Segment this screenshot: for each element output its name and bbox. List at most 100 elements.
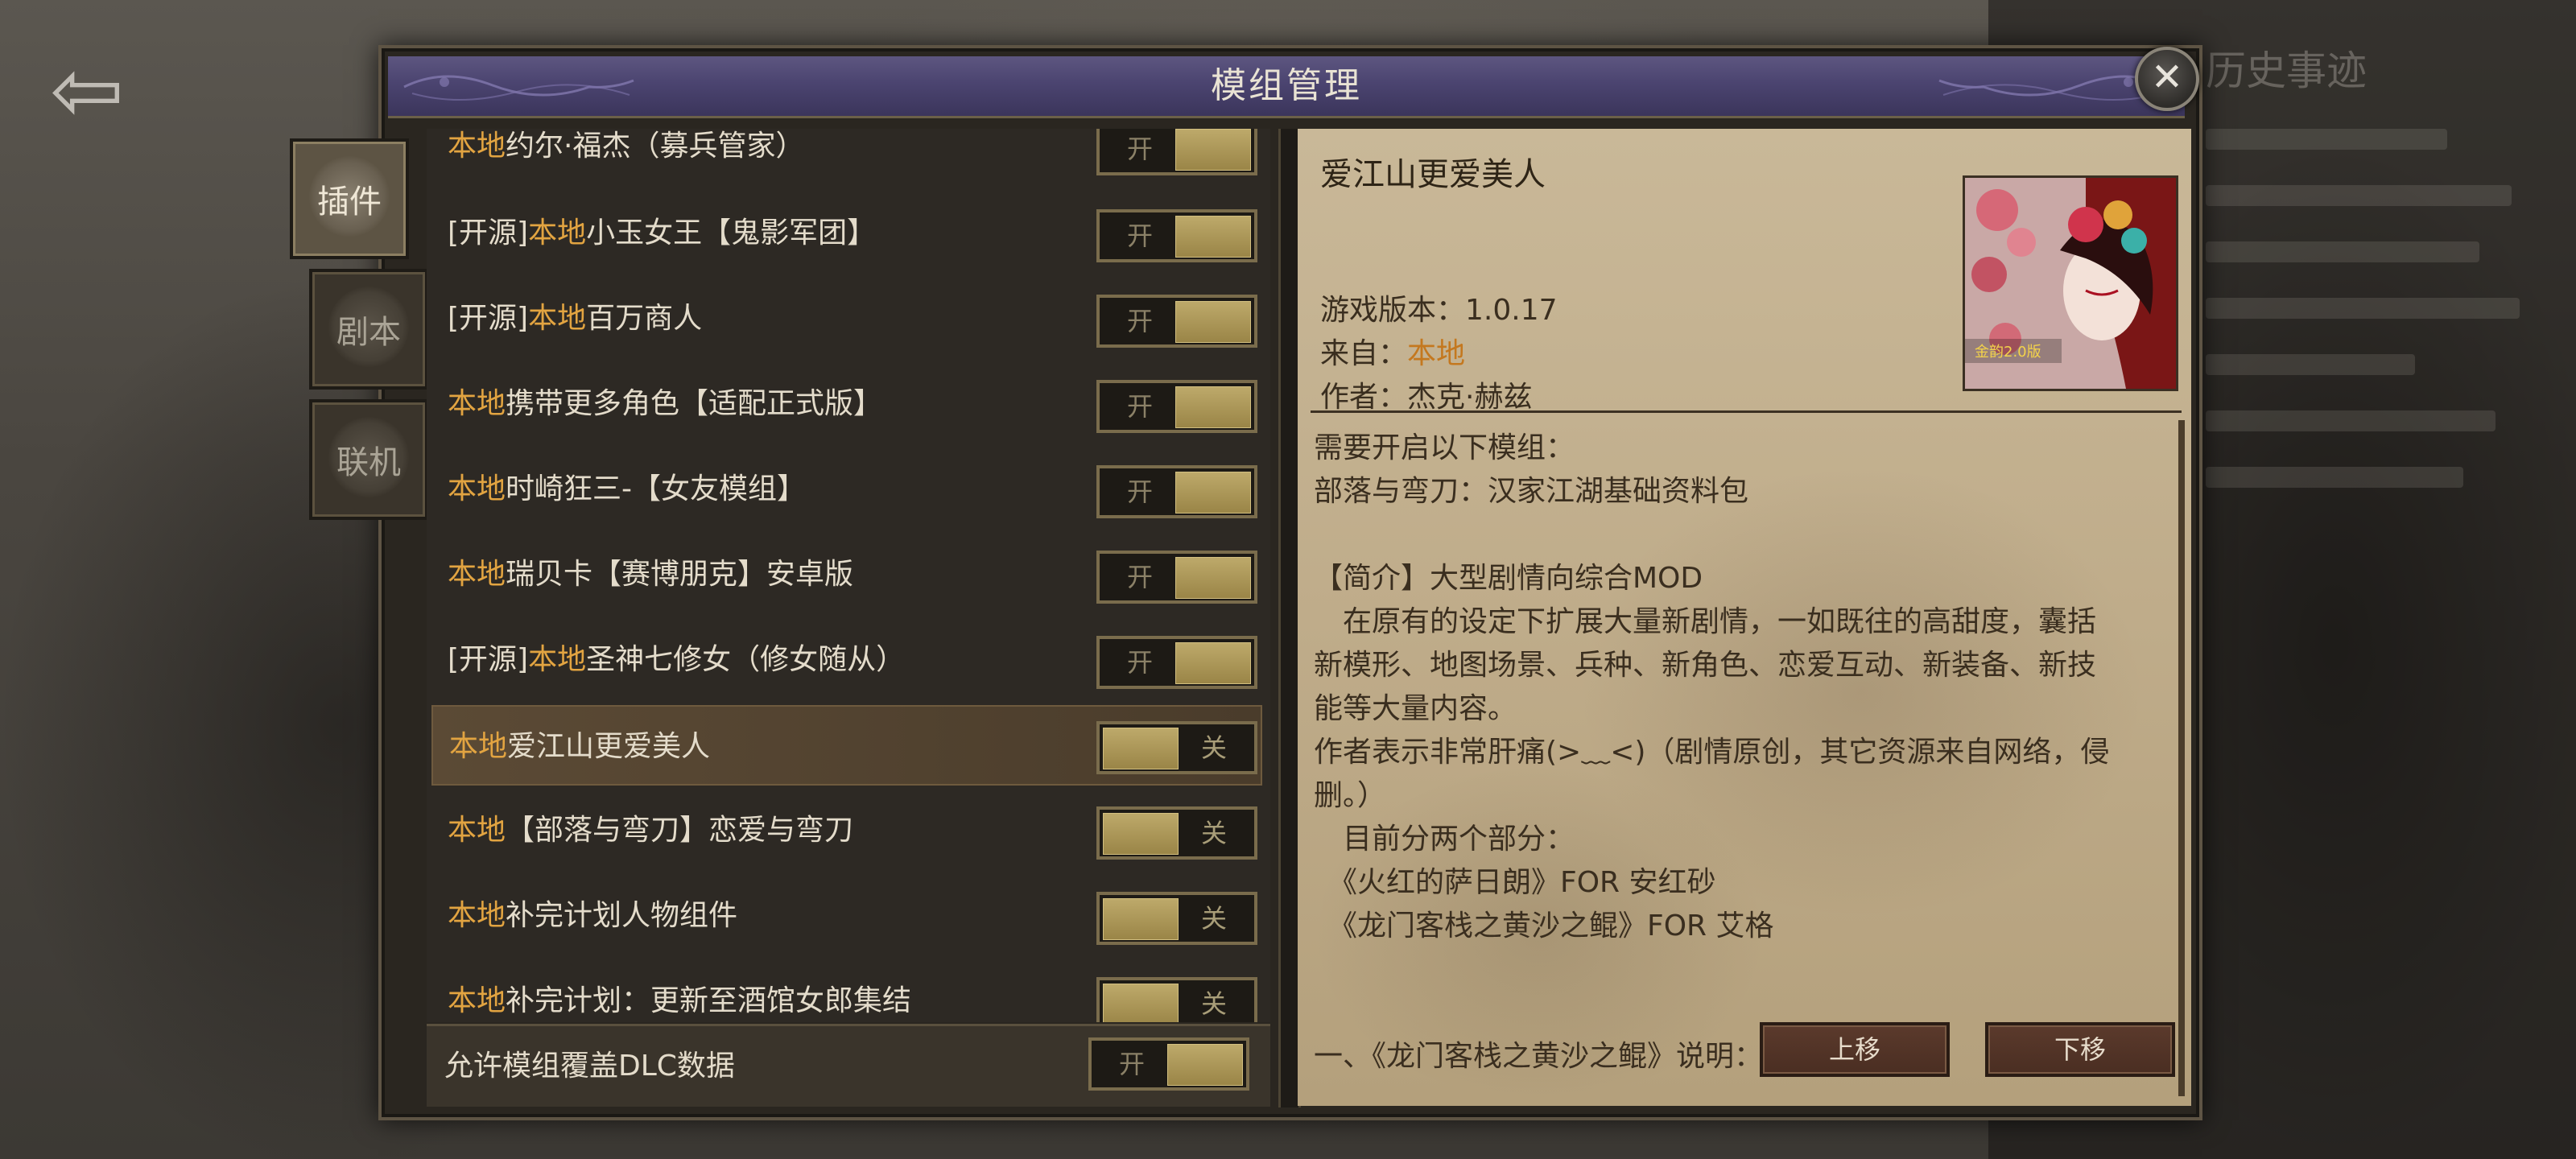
toggle-knob — [1175, 472, 1251, 514]
arrow-left-icon: ⇦ — [50, 39, 125, 142]
detail-line: 目前分两个部分： — [1314, 823, 1575, 856]
mod-row[interactable]: 本地携带更多角色【适配正式版】 开 — [431, 364, 1262, 444]
toggle-state-label: 关 — [1200, 818, 1227, 848]
mod-toggle[interactable]: 关 — [1096, 977, 1257, 1022]
mod-name: 本地时崎狂三-【女友模组】 — [448, 472, 807, 505]
toggle-state-label: 开 — [1126, 391, 1153, 422]
background-panel-title: 历史事迹 — [2206, 47, 2367, 94]
detail-line: 《火红的萨日朗》FOR 安红砂 — [1314, 866, 1716, 899]
mod-row[interactable]: 本地时崎狂三-【女友模组】 开 — [431, 449, 1262, 530]
mod-cover-image: 金韵2.0版 — [1963, 175, 2178, 391]
close-icon: ✕ — [2150, 55, 2184, 100]
close-button[interactable]: ✕ — [2135, 47, 2199, 111]
background-text-line — [2206, 129, 2447, 150]
toggle-state-label: 开 — [1118, 1049, 1145, 1079]
background-text-line — [2206, 354, 2415, 375]
background-text-line — [2206, 241, 2479, 262]
detail-line: 新模形、地图场景、兵种、新角色、恋爱互动、新装备、新技 — [1314, 649, 2097, 682]
toggle-knob — [1175, 129, 1251, 171]
toggle-state-label: 开 — [1126, 134, 1153, 164]
mod-name: 本地约尔·福杰（募兵管家） — [448, 130, 805, 163]
detail-line: 删。） — [1314, 779, 1387, 812]
background-text-line — [2206, 185, 2512, 206]
mod-toggle[interactable]: 关 — [1096, 892, 1257, 945]
mod-row[interactable]: 本地补完计划人物组件 关 — [431, 876, 1262, 956]
toggle-knob — [1175, 386, 1251, 428]
toggle-state-label: 关 — [1200, 903, 1227, 934]
toggle-knob — [1175, 557, 1251, 599]
mod-toggle[interactable]: 关 — [1096, 806, 1257, 860]
mod-row[interactable]: 本地补完计划：更新至酒馆女郎集结 关 — [431, 961, 1262, 1022]
mod-name: 本地瑞贝卡【赛博朋克】安卓版 — [448, 558, 854, 591]
mod-toggle[interactable]: 开 — [1096, 380, 1257, 433]
mod-source: 来自：本地 — [1320, 337, 1466, 370]
mod-name: 本地【部落与弯刀】恋爱与弯刀 — [448, 814, 854, 847]
tab-plugins[interactable]: 插件 — [290, 138, 409, 259]
toggle-knob — [1175, 216, 1251, 258]
toggle-state-label: 开 — [1126, 647, 1153, 678]
detail-line: 【简介】大型剧情向综合MOD — [1314, 562, 1703, 595]
mod-row-selected[interactable]: 本地爱江山更爱美人 关 — [431, 705, 1262, 786]
toggle-state-label: 开 — [1126, 562, 1153, 592]
mod-row[interactable]: 本地【部落与弯刀】恋爱与弯刀 关 — [431, 790, 1262, 871]
mod-toggle[interactable]: 开 — [1096, 551, 1257, 604]
tab-online[interactable]: 联机 — [309, 399, 428, 520]
mod-name: 本地补完计划：更新至酒馆女郎集结 — [448, 984, 912, 1017]
toggle-knob — [1103, 898, 1179, 940]
dialog-title-bar: 模组管理 — [388, 56, 2185, 118]
mod-row[interactable]: [开源]本地百万商人 开 — [431, 278, 1262, 359]
cover-caption: 金韵2.0版 — [1975, 344, 2041, 361]
mod-row[interactable]: 本地瑞贝卡【赛博朋克】安卓版 开 — [431, 534, 1262, 615]
move-down-button[interactable]: 下移 — [1985, 1022, 2175, 1077]
mod-toggle[interactable]: 开 — [1096, 129, 1257, 175]
mod-name: 本地携带更多角色【适配正式版】 — [448, 387, 883, 420]
mod-name: [开源]本地小玉女王【鬼影军团】 — [448, 217, 877, 250]
mod-author: 作者：杰克·赫兹 — [1320, 381, 1533, 414]
tab-scripts[interactable]: 剧本 — [309, 269, 428, 390]
detail-line: 在原有的设定下扩展大量新剧情，一如既往的高甜度，囊括 — [1314, 605, 2097, 638]
mod-row[interactable]: [开源]本地圣神七修女（修女随从） 开 — [431, 620, 1262, 700]
mod-toggle[interactable]: 开 — [1096, 209, 1257, 262]
move-up-button[interactable]: 上移 — [1760, 1022, 1950, 1077]
toggle-knob — [1103, 813, 1179, 855]
mod-detail-panel: 爱江山更爱美人 金韵2.0版 游戏版本：1.0.17 来自：本地 作者：杰克·赫… — [1298, 129, 2191, 1106]
dlc-override-toggle[interactable]: 开 — [1088, 1037, 1249, 1091]
toggle-knob — [1103, 984, 1179, 1022]
mod-name: 本地补完计划人物组件 — [448, 899, 738, 932]
mod-toggle[interactable]: 开 — [1096, 636, 1257, 689]
back-button[interactable]: ⇦ — [50, 39, 155, 142]
toggle-state-label: 开 — [1126, 221, 1153, 251]
detail-line: 部落与弯刀：汉家江湖基础资料包 — [1314, 475, 1749, 508]
mod-name: 本地爱江山更爱美人 — [449, 730, 711, 763]
toggle-state-label: 开 — [1126, 476, 1153, 507]
background-text-line — [2206, 410, 2496, 431]
background-text-line — [2206, 298, 2520, 319]
dlc-override-option: 允许模组覆盖DLC数据 开 — [427, 1024, 1270, 1107]
dlc-override-label: 允许模组覆盖DLC数据 — [444, 1050, 735, 1083]
toggle-state-label: 关 — [1200, 732, 1227, 763]
toggle-knob — [1167, 1044, 1243, 1086]
cover-illustration: 金韵2.0版 — [1965, 178, 2176, 389]
toggle-knob — [1175, 301, 1251, 343]
detail-line: 《龙门客栈之黄沙之鲲》FOR 艾格 — [1314, 909, 1774, 942]
detail-divider — [1311, 410, 2182, 413]
mod-toggle[interactable]: 开 — [1096, 295, 1257, 348]
game-version: 游戏版本：1.0.17 — [1320, 294, 1558, 327]
mod-toggle[interactable]: 关 — [1096, 721, 1257, 774]
mod-row[interactable]: [开源]本地小玉女王【鬼影军团】 开 — [431, 193, 1262, 274]
detail-scrollbar[interactable] — [2178, 420, 2185, 1096]
tab-label: 联机 — [336, 444, 401, 481]
tab-label: 插件 — [317, 184, 382, 221]
mod-name: [开源]本地百万商人 — [448, 302, 703, 335]
background-text-line — [2206, 467, 2463, 488]
mod-list[interactable]: 本地约尔·福杰（募兵管家） 开 [开源]本地小玉女王【鬼影军团】 开 [开源]本… — [427, 129, 1270, 1022]
mod-name: [开源]本地圣神七修女（修女随从） — [448, 643, 906, 676]
mod-toggle[interactable]: 开 — [1096, 465, 1257, 518]
detail-line: 作者表示非常肝痛(>﹏<)（剧情原创，其它资源来自网络，侵 — [1314, 736, 2110, 769]
tab-label: 剧本 — [336, 314, 401, 351]
dialog-title: 模组管理 — [1211, 65, 1362, 106]
detail-line: 能等大量内容。 — [1314, 692, 1517, 725]
mod-detail-title: 爱江山更爱美人 — [1320, 156, 1546, 193]
toggle-knob — [1103, 728, 1179, 769]
mod-row[interactable]: 本地约尔·福杰（募兵管家） 开 — [431, 129, 1262, 187]
